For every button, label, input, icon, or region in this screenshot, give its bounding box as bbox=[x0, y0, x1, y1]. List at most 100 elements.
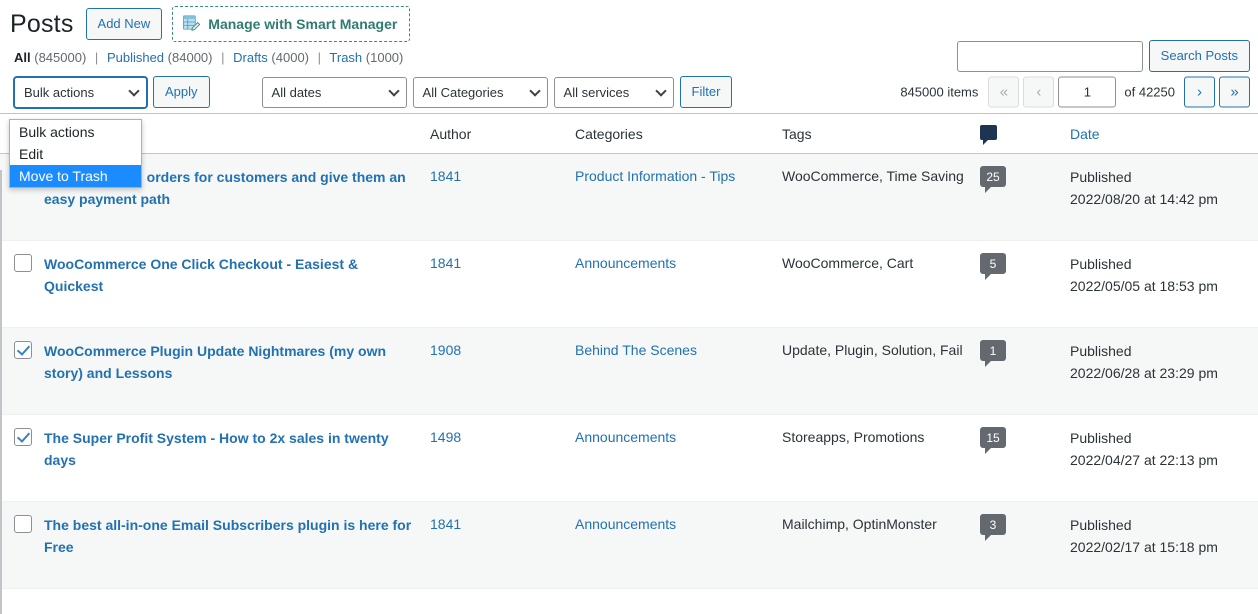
status-drafts-count: (4000) bbox=[271, 50, 309, 65]
post-title-link[interactable]: The Super Profit System - How to 2x sale… bbox=[44, 427, 430, 471]
date-column-header: Date bbox=[1070, 126, 1258, 142]
author-link[interactable]: 1908 bbox=[430, 342, 461, 358]
tags-column-header: Tags bbox=[782, 125, 812, 142]
chevron-down-icon bbox=[387, 85, 400, 97]
category-link[interactable]: Announcements bbox=[575, 429, 676, 445]
tags-cell: Update, Plugin, Solution, Fail bbox=[782, 342, 963, 358]
comment-count-bubble[interactable]: 25 bbox=[980, 166, 1006, 193]
search-input[interactable] bbox=[956, 40, 1143, 72]
bulk-action-option-edit[interactable]: Edit bbox=[10, 143, 141, 165]
status-link-all[interactable]: All (845000) bbox=[14, 50, 90, 65]
author-column-header: Author bbox=[430, 125, 472, 142]
search-area: Search Posts bbox=[956, 40, 1250, 72]
categories-column-header: Categories bbox=[575, 125, 643, 142]
bulk-actions-options-list: Bulk actions Edit Move to Trash bbox=[9, 119, 142, 188]
row-checkbox[interactable] bbox=[14, 254, 32, 272]
category-link[interactable]: Behind The Scenes bbox=[575, 342, 697, 358]
status-published-count: (84000) bbox=[167, 50, 213, 65]
search-posts-button[interactable]: Search Posts bbox=[1148, 40, 1250, 72]
table-row: WooCommerce Plugin Update Nightmares (my… bbox=[0, 328, 1258, 415]
comment-count-bubble[interactable]: 1 bbox=[980, 340, 1006, 367]
bulk-action-option-move-to-trash[interactable]: Move to Trash bbox=[10, 165, 141, 187]
author-link[interactable]: 1841 bbox=[430, 516, 461, 532]
post-status: Published bbox=[1070, 256, 1132, 272]
spreadsheet-edit-icon bbox=[182, 14, 201, 33]
post-date: 2022/04/27 at 22:13 pm bbox=[1070, 452, 1218, 468]
dates-filter-value: All dates bbox=[271, 84, 322, 100]
row-checkbox[interactable] bbox=[14, 341, 32, 359]
chevron-down-icon bbox=[654, 85, 667, 97]
comment-count-bubble[interactable]: 3 bbox=[980, 514, 1006, 541]
chevron-down-icon bbox=[128, 85, 140, 97]
posts-table: Author Categories Tags Date Quick Tip: A… bbox=[0, 113, 1258, 589]
category-link[interactable]: Product Information - Tips bbox=[575, 168, 735, 184]
bulk-actions-select[interactable]: Bulk actions bbox=[14, 76, 147, 108]
date-sort-link[interactable]: Date bbox=[1070, 126, 1100, 142]
services-filter-value: All services bbox=[563, 84, 630, 100]
tags-cell: Mailchimp, OptinMonster bbox=[782, 516, 937, 532]
status-drafts-label[interactable]: Drafts bbox=[233, 50, 268, 65]
post-status: Published bbox=[1070, 517, 1132, 533]
table-row: Quick Tip: Add orders for customers and … bbox=[0, 154, 1258, 241]
comment-count-bubble[interactable]: 5 bbox=[980, 253, 1006, 280]
row-checkbox[interactable] bbox=[14, 428, 32, 446]
author-link[interactable]: 1841 bbox=[430, 168, 461, 184]
tags-cell: Storeapps, Promotions bbox=[782, 429, 925, 445]
prev-page-button: ‹ bbox=[1023, 76, 1055, 108]
comments-column-header[interactable] bbox=[980, 124, 1070, 145]
comment-count-bubble[interactable]: 15 bbox=[980, 427, 1006, 454]
services-filter-select[interactable]: All services bbox=[553, 76, 674, 108]
post-status: Published bbox=[1070, 343, 1132, 359]
categories-filter-select[interactable]: All Categories bbox=[412, 76, 548, 108]
manage-with-smart-manager-button[interactable]: Manage with Smart Manager bbox=[172, 6, 411, 42]
post-date: 2022/06/28 at 23:29 pm bbox=[1070, 365, 1218, 381]
date-cell: Published 2022/06/28 at 23:29 pm bbox=[1070, 340, 1258, 384]
bulk-actions-value: Bulk actions bbox=[24, 84, 95, 100]
first-page-button: « bbox=[988, 76, 1020, 108]
add-new-button[interactable]: Add New bbox=[85, 8, 163, 40]
post-title-link[interactable]: The best all-in-one Email Subscribers pl… bbox=[44, 514, 430, 558]
chevron-down-icon bbox=[528, 85, 541, 97]
posts-list-page: Posts Add New Manage with Smart Manager … bbox=[0, 0, 1258, 614]
status-link-published[interactable]: Published (84000) bbox=[103, 50, 216, 65]
current-page-input[interactable] bbox=[1058, 76, 1117, 108]
separator: | bbox=[94, 50, 99, 65]
status-link-drafts[interactable]: Drafts (4000) bbox=[230, 50, 313, 65]
items-count: 845000 items bbox=[900, 84, 979, 100]
date-cell: Published 2022/02/17 at 15:18 pm bbox=[1070, 514, 1258, 558]
page-title: Posts bbox=[10, 10, 74, 38]
table-row: WooCommerce One Click Checkout - Easiest… bbox=[0, 241, 1258, 328]
status-all-count: (845000) bbox=[34, 50, 87, 65]
date-cell: Published 2022/04/27 at 22:13 pm bbox=[1070, 427, 1258, 471]
next-page-button[interactable]: › bbox=[1184, 76, 1215, 108]
bulk-action-option-bulk-actions[interactable]: Bulk actions bbox=[10, 121, 141, 143]
status-trash-count: (1000) bbox=[365, 50, 404, 65]
post-date: 2022/05/05 at 18:53 pm bbox=[1070, 278, 1218, 294]
post-title-link[interactable]: WooCommerce Plugin Update Nightmares (my… bbox=[44, 340, 430, 384]
last-page-button[interactable]: » bbox=[1219, 76, 1250, 108]
dates-filter-select[interactable]: All dates bbox=[261, 76, 407, 108]
status-published-label[interactable]: Published bbox=[107, 50, 164, 65]
separator: | bbox=[221, 50, 225, 65]
category-link[interactable]: Announcements bbox=[575, 516, 676, 532]
category-link[interactable]: Announcements bbox=[575, 255, 676, 271]
post-status: Published bbox=[1070, 430, 1132, 446]
total-pages-label: of 42250 bbox=[1124, 84, 1175, 100]
post-date: 2022/02/17 at 15:18 pm bbox=[1070, 539, 1218, 555]
post-status: Published bbox=[1070, 169, 1132, 185]
author-link[interactable]: 1498 bbox=[430, 429, 461, 445]
tags-cell: WooCommerce, Cart bbox=[782, 255, 914, 271]
table-row: The best all-in-one Email Subscribers pl… bbox=[0, 502, 1258, 589]
separator: | bbox=[317, 50, 322, 65]
filter-button[interactable]: Filter bbox=[679, 76, 733, 108]
post-title-link[interactable]: WooCommerce One Click Checkout - Easiest… bbox=[44, 253, 430, 297]
row-checkbox[interactable] bbox=[14, 515, 32, 533]
status-all-label: All bbox=[14, 50, 31, 65]
status-link-trash[interactable]: Trash (1000) bbox=[326, 50, 403, 65]
tags-cell: WooCommerce, Time Saving bbox=[782, 168, 964, 184]
table-nav-top: Bulk actions Apply All dates All Categor… bbox=[0, 71, 1258, 113]
status-trash-label[interactable]: Trash bbox=[329, 50, 362, 65]
author-link[interactable]: 1841 bbox=[430, 255, 461, 271]
pagination: 845000 items « ‹ of 42250 › » bbox=[900, 76, 1250, 108]
apply-button[interactable]: Apply bbox=[153, 76, 210, 108]
